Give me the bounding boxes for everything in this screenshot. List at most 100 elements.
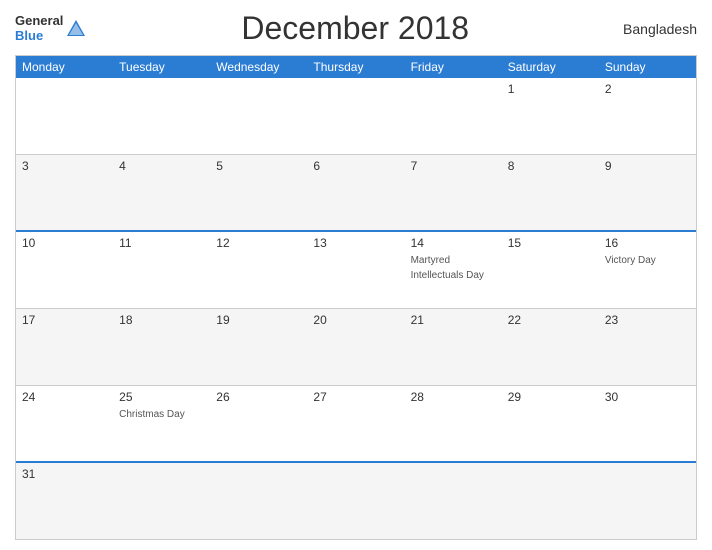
logo-blue: Blue (15, 29, 43, 43)
date-9: 9 (605, 159, 690, 173)
logo-general: General (15, 14, 63, 28)
cell-w4-fri: 21 (405, 309, 502, 385)
day-header-wednesday: Wednesday (210, 56, 307, 78)
day-header-friday: Friday (405, 56, 502, 78)
date-24: 24 (22, 390, 107, 404)
logo: General Blue (15, 14, 87, 43)
date-13: 13 (313, 236, 398, 250)
cell-w6-fri (405, 463, 502, 539)
cell-w4-thu: 20 (307, 309, 404, 385)
date-4: 4 (119, 159, 204, 173)
cell-w5-fri: 28 (405, 386, 502, 462)
cell-w2-fri: 7 (405, 155, 502, 231)
cell-w2-sat: 8 (502, 155, 599, 231)
day-header-monday: Monday (16, 56, 113, 78)
day-header-tuesday: Tuesday (113, 56, 210, 78)
date-15: 15 (508, 236, 593, 250)
calendar: Monday Tuesday Wednesday Thursday Friday… (15, 55, 697, 540)
date-11: 11 (119, 236, 204, 250)
cell-w1-sun: 2 (599, 78, 696, 154)
day-header-saturday: Saturday (502, 56, 599, 78)
event-christmas: Christmas Day (119, 409, 185, 420)
date-31: 31 (22, 467, 107, 481)
cell-w5-mon: 24 (16, 386, 113, 462)
cell-w6-sun (599, 463, 696, 539)
cell-w4-tue: 18 (113, 309, 210, 385)
date-26: 26 (216, 390, 301, 404)
cell-w3-sun: 16 Victory Day (599, 232, 696, 308)
date-14: 14 (411, 236, 496, 250)
cell-w4-sun: 23 (599, 309, 696, 385)
date-21: 21 (411, 313, 496, 327)
date-28: 28 (411, 390, 496, 404)
day-header-thursday: Thursday (307, 56, 404, 78)
event-martyred: Martyred Intellectuals Day (411, 255, 484, 281)
date-29: 29 (508, 390, 593, 404)
cell-w2-sun: 9 (599, 155, 696, 231)
day-header-sunday: Sunday (599, 56, 696, 78)
cell-w5-sat: 29 (502, 386, 599, 462)
date-6: 6 (313, 159, 398, 173)
date-30: 30 (605, 390, 690, 404)
cell-w3-mon: 10 (16, 232, 113, 308)
cell-w4-mon: 17 (16, 309, 113, 385)
header: General Blue December 2018 Bangladesh (15, 10, 697, 47)
country-label: Bangladesh (623, 21, 697, 37)
cell-w2-tue: 4 (113, 155, 210, 231)
cell-w3-sat: 15 (502, 232, 599, 308)
date-17: 17 (22, 313, 107, 327)
cell-w1-wed (210, 78, 307, 154)
date-12: 12 (216, 236, 301, 250)
date-20: 20 (313, 313, 398, 327)
date-19: 19 (216, 313, 301, 327)
cell-w1-tue (113, 78, 210, 154)
cell-w5-wed: 26 (210, 386, 307, 462)
date-16: 16 (605, 236, 690, 250)
cell-w6-sat (502, 463, 599, 539)
date-1: 1 (508, 82, 593, 96)
date-27: 27 (313, 390, 398, 404)
week-row-4: 17 18 19 20 21 22 23 (16, 308, 696, 385)
date-8: 8 (508, 159, 593, 173)
cell-w2-thu: 6 (307, 155, 404, 231)
cell-w3-thu: 13 (307, 232, 404, 308)
calendar-body: 1 2 3 4 5 6 (16, 78, 696, 539)
calendar-header: Monday Tuesday Wednesday Thursday Friday… (16, 56, 696, 78)
cell-w1-thu (307, 78, 404, 154)
cell-w6-tue (113, 463, 210, 539)
page: General Blue December 2018 Bangladesh Mo… (0, 0, 712, 550)
week-row-2: 3 4 5 6 7 8 9 (16, 154, 696, 231)
cell-w5-tue: 25 Christmas Day (113, 386, 210, 462)
date-25: 25 (119, 390, 204, 404)
cell-w3-wed: 12 (210, 232, 307, 308)
week-row-5: 24 25 Christmas Day 26 27 28 29 (16, 385, 696, 462)
date-22: 22 (508, 313, 593, 327)
cell-w2-wed: 5 (210, 155, 307, 231)
week-row-1: 1 2 (16, 78, 696, 154)
cell-w1-mon (16, 78, 113, 154)
week-row-6: 31 (16, 461, 696, 539)
date-2: 2 (605, 82, 690, 96)
date-18: 18 (119, 313, 204, 327)
date-23: 23 (605, 313, 690, 327)
date-3: 3 (22, 159, 107, 173)
cell-w6-mon: 31 (16, 463, 113, 539)
cell-w3-tue: 11 (113, 232, 210, 308)
date-5: 5 (216, 159, 301, 173)
date-7: 7 (411, 159, 496, 173)
cell-w2-mon: 3 (16, 155, 113, 231)
event-victory: Victory Day (605, 255, 656, 266)
cell-w1-fri (405, 78, 502, 154)
logo-icon (65, 18, 87, 40)
cell-w4-wed: 19 (210, 309, 307, 385)
date-10: 10 (22, 236, 107, 250)
month-title: December 2018 (241, 10, 469, 47)
cell-w4-sat: 22 (502, 309, 599, 385)
cell-w5-thu: 27 (307, 386, 404, 462)
cell-w3-fri: 14 Martyred Intellectuals Day (405, 232, 502, 308)
cell-w1-sat: 1 (502, 78, 599, 154)
cell-w5-sun: 30 (599, 386, 696, 462)
week-row-3: 10 11 12 13 14 Martyred Intellectuals Da… (16, 230, 696, 308)
cell-w6-wed (210, 463, 307, 539)
cell-w6-thu (307, 463, 404, 539)
